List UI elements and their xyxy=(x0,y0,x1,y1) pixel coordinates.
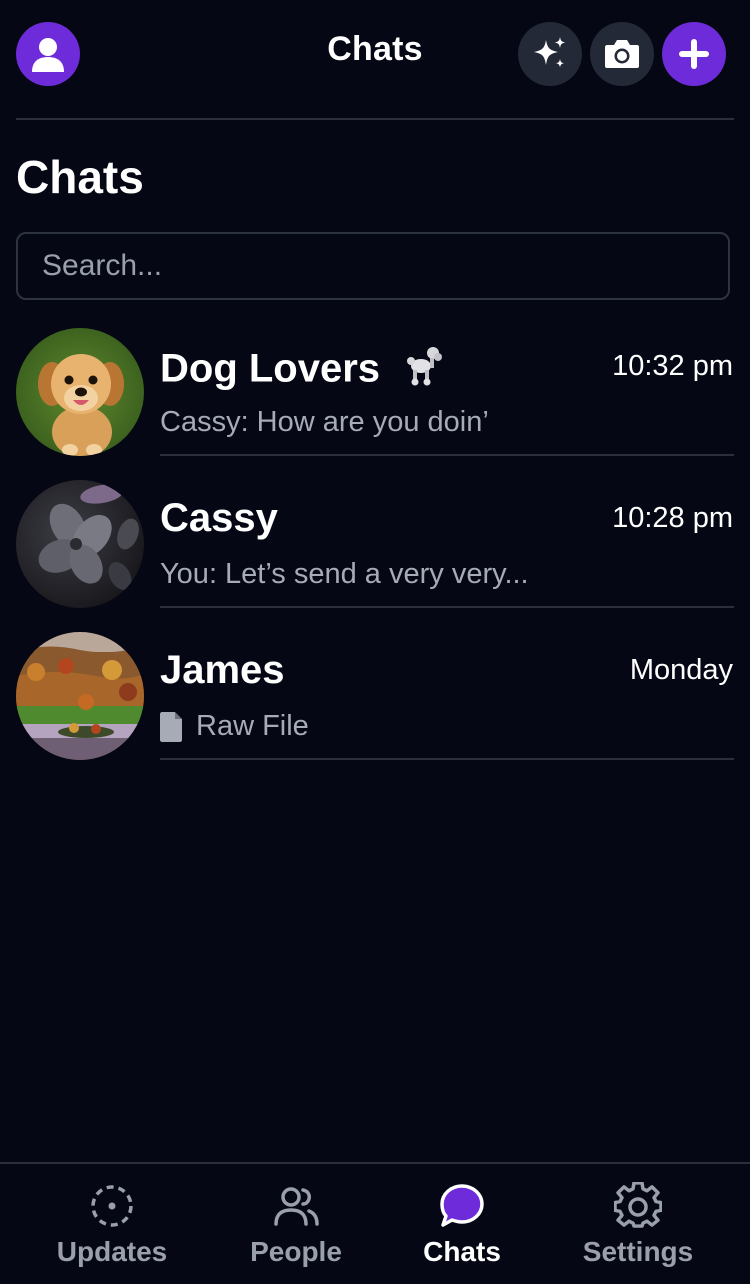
tab-people[interactable]: People xyxy=(211,1182,381,1272)
search-box xyxy=(16,232,730,300)
chat-list-item[interactable]: Cassy 10:28 pm You: Let’s send a very ve… xyxy=(0,480,750,632)
user-icon xyxy=(32,38,64,72)
chat-time: Monday xyxy=(629,654,733,686)
updates-icon xyxy=(91,1185,133,1227)
sparkle-button[interactable] xyxy=(518,22,582,86)
search-input[interactable] xyxy=(18,234,728,298)
plus-icon xyxy=(679,39,709,69)
gear-icon xyxy=(614,1182,662,1228)
camera-button[interactable] xyxy=(590,22,654,86)
tab-label: People xyxy=(250,1236,342,1267)
sparkle-icon xyxy=(534,37,566,68)
tab-settings[interactable]: Settings xyxy=(553,1182,723,1272)
chat-name: James xyxy=(160,648,285,692)
header-divider xyxy=(16,118,734,120)
chat-preview: Cassy: How are you doin’ xyxy=(160,406,489,438)
chat-time: 10:32 pm xyxy=(612,350,733,382)
app: Chats Chats Search... Dog Lovers 10:32 p… xyxy=(0,0,750,1284)
profile-button[interactable] xyxy=(16,22,80,86)
chat-divider xyxy=(160,454,734,456)
tab-chats[interactable]: Chats xyxy=(377,1182,547,1272)
chat-name-text: Dog Lovers xyxy=(160,346,381,391)
poodle-icon xyxy=(403,344,447,398)
chat-list-item[interactable]: James Monday Raw File xyxy=(0,632,750,784)
chat-preview-text: Raw File xyxy=(196,710,309,742)
chat-avatar xyxy=(16,632,144,760)
tab-label: Updates xyxy=(56,1236,168,1267)
chat-avatar xyxy=(16,328,144,456)
chat-preview: Raw File xyxy=(160,710,309,743)
tab-label: Settings xyxy=(582,1236,694,1267)
chat-divider xyxy=(160,606,734,608)
chat-divider xyxy=(160,758,734,760)
chat-time: 10:28 pm xyxy=(612,502,733,534)
chat-bubble-icon xyxy=(440,1184,484,1227)
tab-updates[interactable]: Updates xyxy=(27,1182,197,1272)
chat-name: Dog Lovers xyxy=(160,344,447,398)
new-chat-button[interactable] xyxy=(662,22,726,86)
file-icon xyxy=(160,711,182,742)
tab-label: Chats xyxy=(423,1236,501,1267)
chat-preview: You: Let’s send a very very... xyxy=(160,558,529,590)
chat-avatar xyxy=(16,480,144,608)
bottom-nav: Updates People Chats Settings xyxy=(0,1162,750,1284)
page-title: Chats xyxy=(16,151,144,203)
people-icon xyxy=(274,1187,319,1226)
top-bar: Chats xyxy=(0,0,750,110)
chat-name: Cassy xyxy=(160,496,278,540)
camera-icon xyxy=(605,40,639,68)
chat-list-item[interactable]: Dog Lovers 10:32 pm Cassy: How are you d… xyxy=(0,328,750,480)
